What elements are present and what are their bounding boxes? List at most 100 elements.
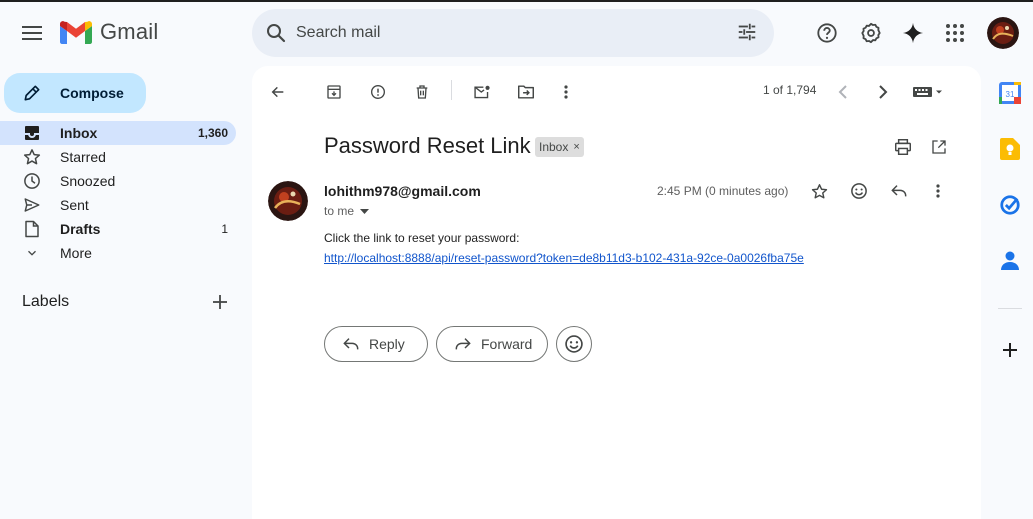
unread-count: 1,360 (197, 126, 228, 140)
more-vert-icon (936, 184, 940, 198)
labels-heading: Labels (22, 293, 70, 310)
contacts-app[interactable] (996, 247, 1024, 275)
clock-icon (24, 173, 40, 189)
recipient-label: to me (324, 204, 355, 218)
sidebar-item-label: Starred (60, 149, 106, 165)
reply-icon-button[interactable] (883, 175, 915, 207)
chevron-right-icon (879, 85, 888, 99)
sender-avatar[interactable] (268, 181, 308, 221)
rail-divider (998, 308, 1022, 309)
more-options-button[interactable] (550, 76, 582, 108)
chevron-down-icon (28, 250, 36, 256)
back-arrow-icon (271, 86, 284, 98)
message-more-button[interactable] (922, 175, 954, 207)
tasks-app[interactable] (996, 191, 1024, 219)
star-icon (23, 149, 41, 165)
reply-icon (891, 185, 907, 197)
draft-count: 1 (221, 222, 228, 236)
emoji-icon (851, 183, 867, 199)
get-addons-button[interactable] (996, 336, 1024, 364)
draft-icon (25, 220, 39, 238)
sidebar-nav: Inbox 1,360 Starred Snoozed Sent Drafts … (0, 121, 236, 265)
account-avatar[interactable] (987, 17, 1019, 49)
move-to-icon (518, 85, 534, 99)
move-to-button[interactable] (510, 76, 542, 108)
delete-button[interactable] (406, 76, 438, 108)
input-tools-button[interactable] (907, 76, 949, 108)
keep-icon (1000, 138, 1020, 160)
forward-icon (455, 338, 471, 350)
calendar-icon: 31 (999, 82, 1021, 104)
app-name: Gmail (100, 19, 159, 44)
settings-button[interactable] (851, 13, 891, 53)
recipient-details[interactable]: to me (324, 204, 370, 218)
report-spam-button[interactable] (362, 76, 394, 108)
inbox-label-chip: Inbox × (535, 137, 584, 157)
contacts-icon (1001, 251, 1019, 270)
back-button[interactable] (262, 76, 294, 108)
reply-button[interactable]: Reply (324, 326, 428, 362)
keep-app[interactable] (996, 135, 1024, 163)
sidebar-item-more[interactable]: More (0, 241, 236, 265)
gmail-logo (60, 21, 92, 44)
reset-password-link[interactable]: http://localhost:8888/api/reset-password… (324, 251, 804, 265)
emoji-icon (565, 335, 583, 353)
inbox-icon (25, 126, 39, 140)
reply-label: Reply (369, 336, 405, 352)
sidebar-item-starred[interactable]: Starred (0, 145, 236, 169)
compose-button[interactable]: Compose (4, 73, 146, 113)
calendar-app[interactable]: 31 (996, 79, 1024, 107)
apps-icon (946, 24, 964, 42)
chevron-down-icon (360, 208, 370, 214)
plus-icon[interactable] (212, 294, 228, 310)
compose-label: Compose (60, 85, 124, 101)
forward-button[interactable]: Forward (436, 326, 548, 362)
sender-email[interactable]: lohithm978@gmail.com (324, 183, 481, 199)
plus-icon (1003, 343, 1017, 357)
emoji-reaction-button[interactable] (556, 326, 592, 362)
search-bar[interactable] (252, 9, 774, 57)
search-icon[interactable] (264, 21, 288, 45)
google-apps-button[interactable] (935, 13, 975, 53)
labels-section: Labels (22, 293, 228, 311)
print-all-button[interactable] (887, 131, 919, 163)
settings-icon (861, 22, 881, 44)
sidebar-item-label: Snoozed (60, 173, 116, 189)
pagination-text: 1 of 1,794 (763, 83, 817, 97)
toolbar-divider (451, 80, 452, 100)
forward-label: Forward (481, 336, 533, 352)
chevron-left-icon (838, 85, 847, 99)
gemini-button[interactable] (893, 13, 933, 53)
search-input[interactable] (296, 24, 716, 42)
report-icon (371, 85, 385, 99)
archive-button[interactable] (318, 76, 350, 108)
email-subject: Password Reset Link (324, 133, 531, 158)
star-button[interactable] (803, 175, 835, 207)
more-vert-icon (564, 85, 568, 99)
tasks-icon (1000, 195, 1020, 215)
delete-icon (416, 85, 428, 99)
mark-unread-button[interactable] (466, 76, 498, 108)
sidebar-item-sent[interactable]: Sent (0, 193, 236, 217)
print-icon (895, 139, 911, 155)
mark-unread-icon (474, 85, 490, 99)
sidebar-item-snoozed[interactable]: Snoozed (0, 169, 236, 193)
calendar-day: 31 (1006, 90, 1015, 99)
add-reaction-button[interactable] (843, 175, 875, 207)
tune-icon[interactable] (736, 21, 758, 43)
sidebar-item-label: Sent (60, 197, 89, 213)
keyboard-icon (913, 87, 942, 97)
remove-label-button[interactable]: × (573, 141, 579, 153)
gmail-logo-link[interactable]: Gmail (60, 19, 158, 45)
open-new-window-button[interactable] (923, 131, 955, 163)
older-button[interactable] (867, 76, 899, 108)
support-button[interactable] (807, 13, 847, 53)
newer-button[interactable] (827, 76, 859, 108)
menu-icon (22, 26, 42, 40)
sidebar-item-drafts[interactable]: Drafts 1 (0, 217, 236, 241)
main-menu-button[interactable] (12, 13, 52, 53)
sidebar-item-inbox[interactable]: Inbox 1,360 (0, 121, 236, 145)
avatar-image (268, 181, 308, 221)
sidebar-item-label: Inbox (60, 125, 98, 141)
sidebar-item-label: Drafts (60, 221, 101, 237)
